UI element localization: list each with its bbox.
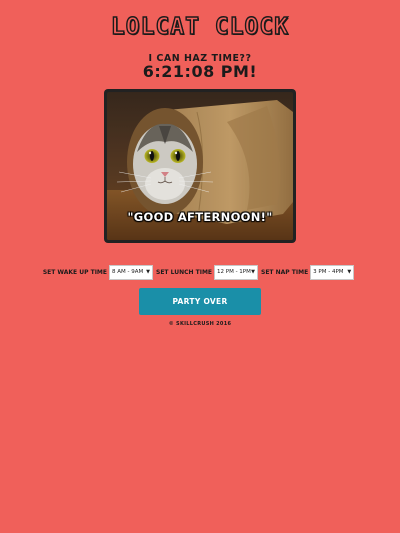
time-settings: SET WAKE UP TIME 8 AM - 9AM ▼ SET LUNCH … [0,264,400,281]
nap-time-select[interactable]: 3 PM - 4PM ▼ [310,265,355,280]
wakeup-time-select[interactable]: 8 AM - 9AM ▼ [109,265,153,280]
footer-copyright: © SKILLCRUSH 2016 [168,321,232,327]
clock-time: 6:21:08 PM! [142,62,258,81]
lolcat-photo: "GOOD AFTERNOON!" [107,92,293,240]
chevron-down-icon: ▼ [251,269,256,275]
lunch-time-value: 12 PM - 1PM [217,269,251,275]
chevron-down-icon: ▼ [146,269,150,275]
nap-time-label: SET NAP TIME [261,269,309,276]
nap-time-value: 3 PM - 4PM [313,269,344,275]
wakeup-time-value: 8 AM - 9AM [112,269,144,275]
greeting-caption: "GOOD AFTERNOON!" [127,210,273,224]
lunch-time-label: SET LUNCH TIME [156,269,213,276]
lolcat-photo-frame: "GOOD AFTERNOON!" [104,89,296,243]
party-button[interactable]: PARTY OVER [139,288,261,315]
page-title: LOLCAT CLOCK [110,13,290,40]
lunch-time-select[interactable]: 12 PM - 1PM ▼ [214,265,259,280]
chevron-down-icon: ▼ [347,269,352,275]
wakeup-time-label: SET WAKE UP TIME [42,269,107,276]
